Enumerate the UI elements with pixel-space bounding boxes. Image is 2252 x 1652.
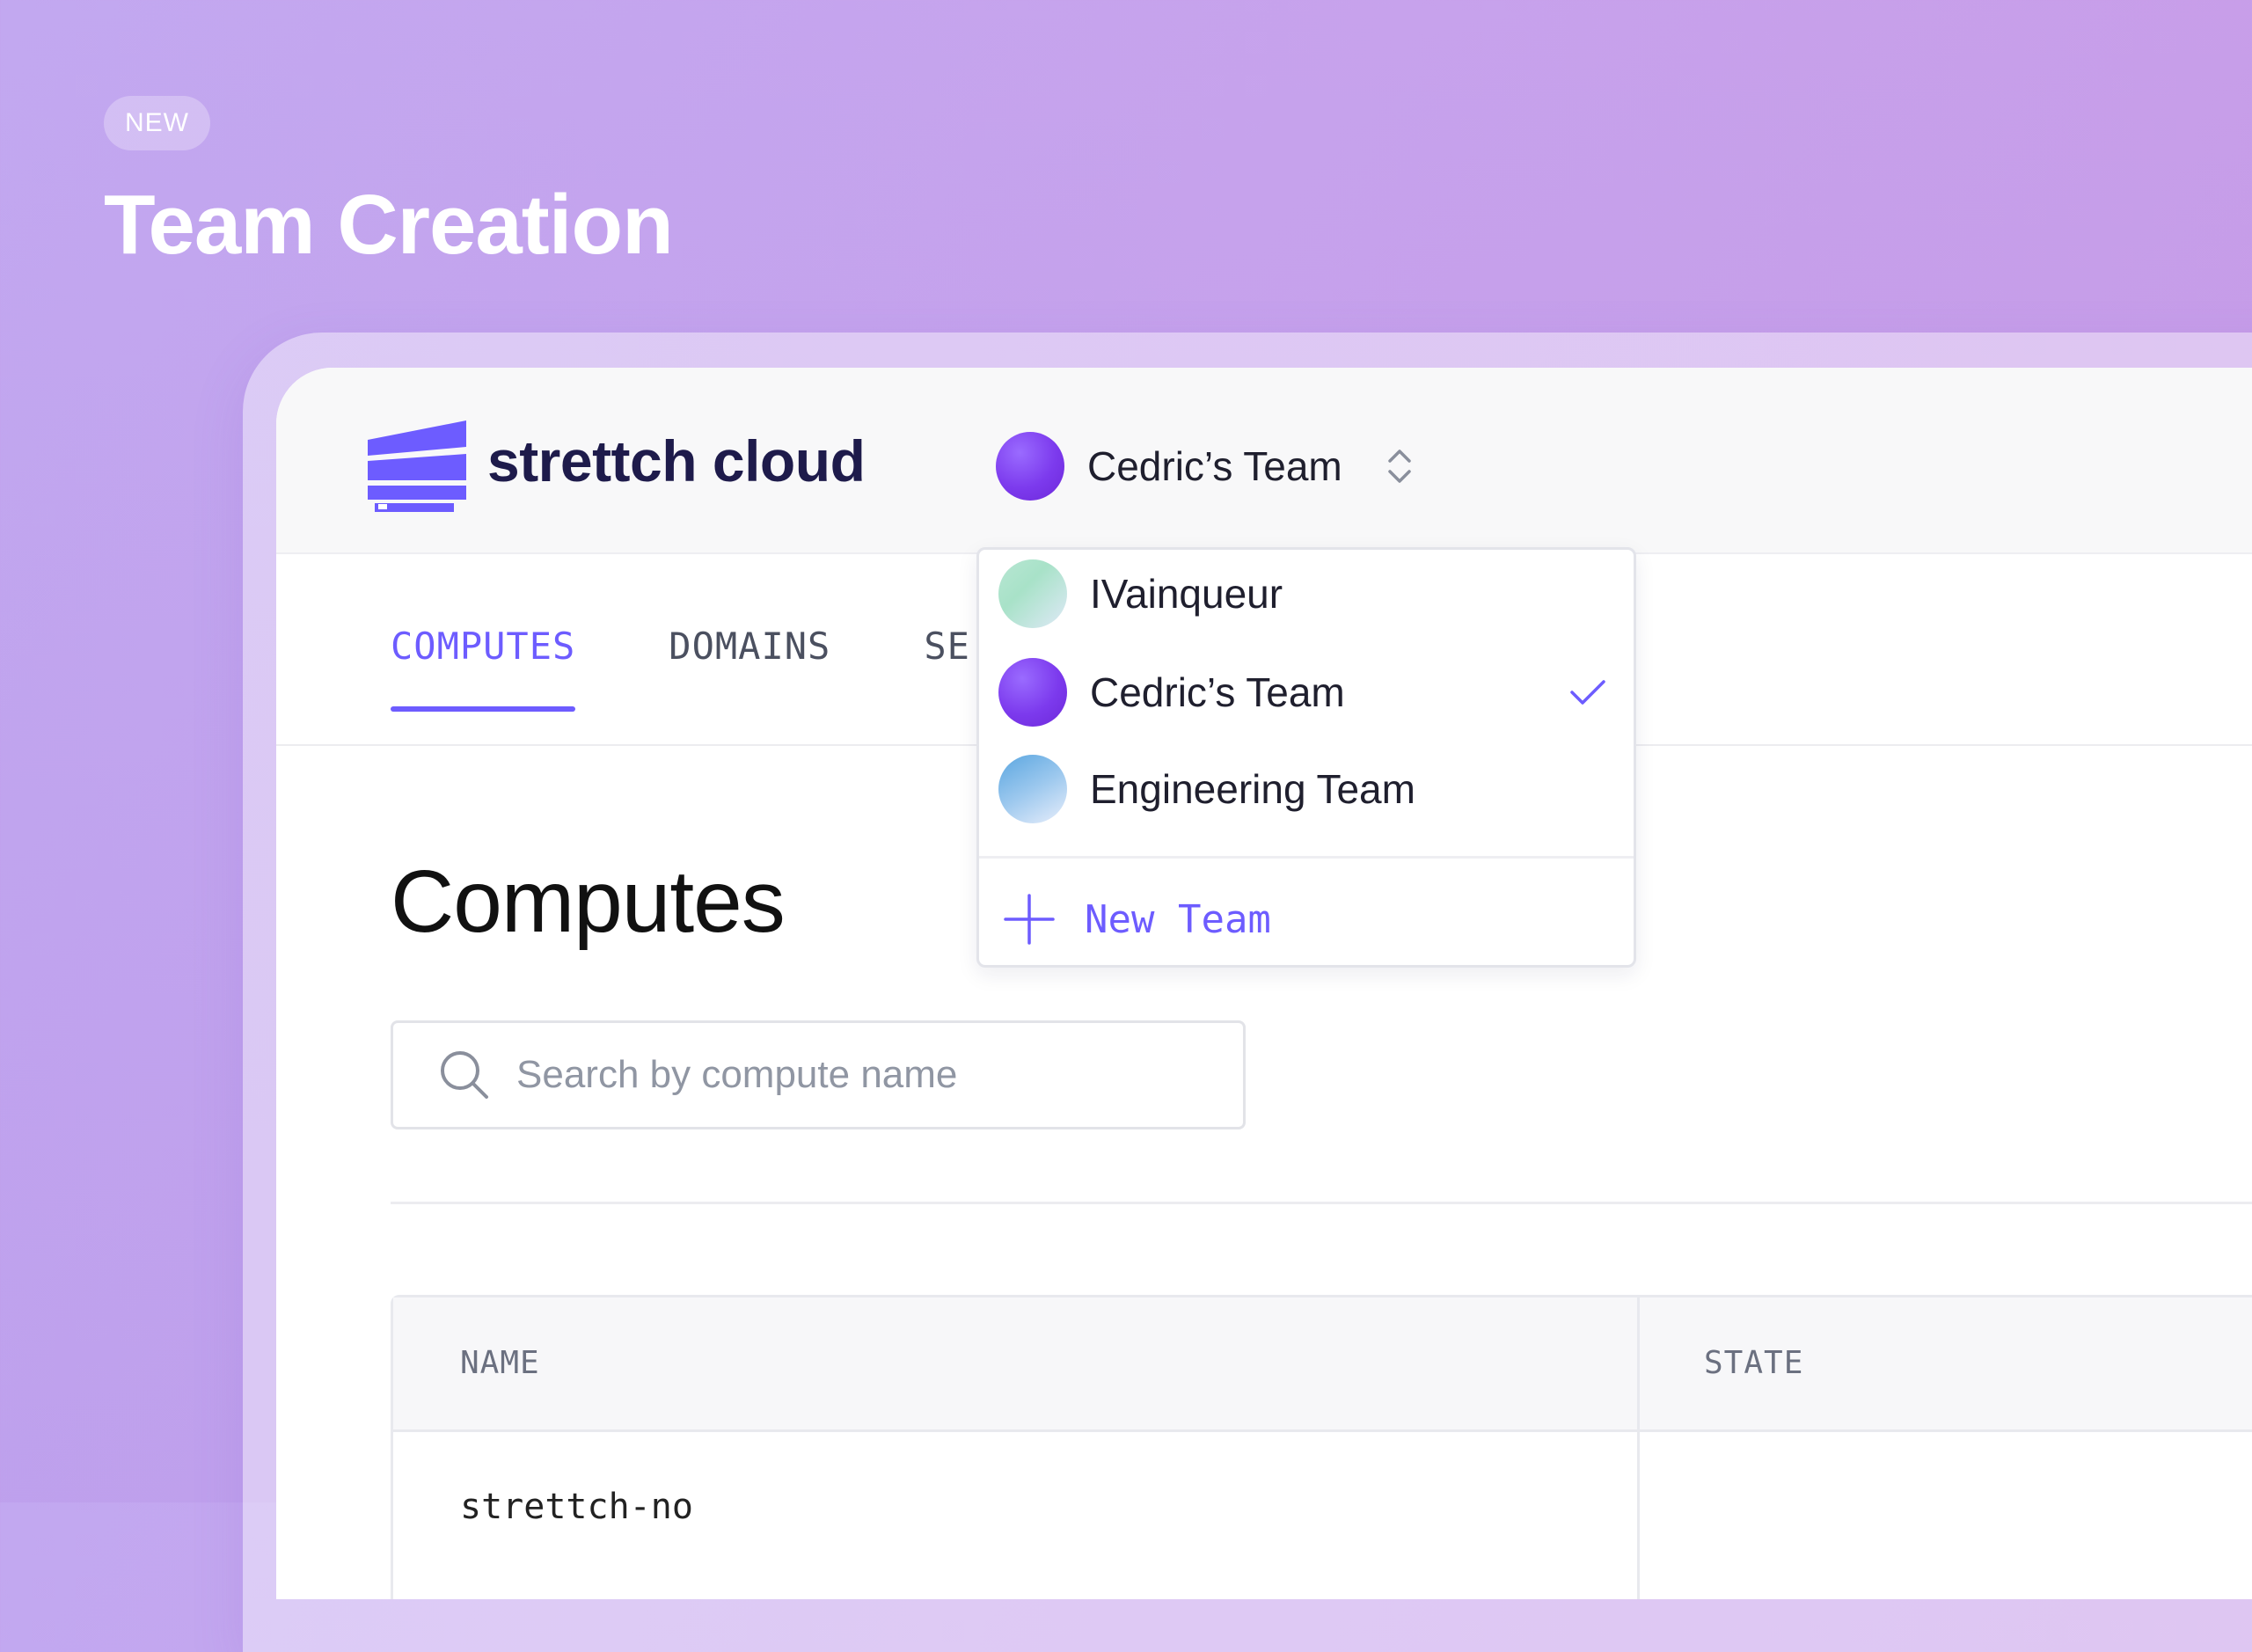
team-avatar (998, 658, 1067, 727)
table-header: NAME STATE (393, 1297, 2252, 1432)
team-menu-item-label: IVainqueur (1090, 571, 1283, 617)
search-input[interactable] (515, 1052, 1204, 1098)
team-avatar (998, 755, 1067, 823)
tab-se[interactable]: SE (924, 625, 970, 712)
tab-domains[interactable]: DOMAINS (669, 625, 830, 712)
top-bar: strettch cloud Cedric’s Team (276, 368, 2252, 554)
team-avatar (998, 559, 1067, 628)
new-badge: NEW (104, 96, 210, 150)
team-menu-item-label: Engineering Team (1090, 766, 1415, 812)
column-header-name[interactable]: NAME (460, 1297, 540, 1429)
hero-title: Team Creation (104, 178, 674, 272)
nav-tabs: COMPUTES DOMAINS SE (391, 625, 1064, 712)
plus-icon (1004, 894, 1055, 945)
column-header-state[interactable]: STATE (1704, 1297, 1803, 1429)
team-menu-item[interactable]: IVainqueur (998, 550, 1616, 638)
new-team-button[interactable]: New Team (998, 884, 1271, 954)
computes-table: NAME STATE strettch-no (391, 1295, 2252, 1599)
team-switcher[interactable]: Cedric’s Team (996, 429, 1415, 503)
search-icon (441, 1051, 488, 1099)
column-separator (1637, 1297, 1640, 1599)
menu-divider (979, 856, 1634, 859)
check-icon (1570, 680, 1605, 705)
tab-computes[interactable]: COMPUTES (391, 625, 576, 712)
page-title: Computes (391, 852, 786, 951)
search-box[interactable] (391, 1020, 1246, 1129)
team-avatar (996, 432, 1064, 501)
content-divider (391, 1202, 2252, 1204)
chevron-up-down-icon (1388, 450, 1411, 483)
team-menu-item[interactable]: Engineering Team (998, 745, 1616, 833)
new-team-label: New Team (1085, 896, 1271, 942)
team-menu-item-label: Cedric’s Team (1090, 669, 1345, 715)
strettch-logo-icon[interactable] (368, 420, 466, 512)
table-row-name[interactable]: strettch-no (460, 1487, 693, 1527)
team-dropdown-menu: IVainqueur Cedric’s Team Engineering Tea… (976, 547, 1636, 968)
current-team-name: Cedric’s Team (1087, 443, 1342, 489)
brand-name[interactable]: strettch cloud (487, 424, 866, 498)
team-menu-item[interactable]: Cedric’s Team (998, 648, 1616, 736)
